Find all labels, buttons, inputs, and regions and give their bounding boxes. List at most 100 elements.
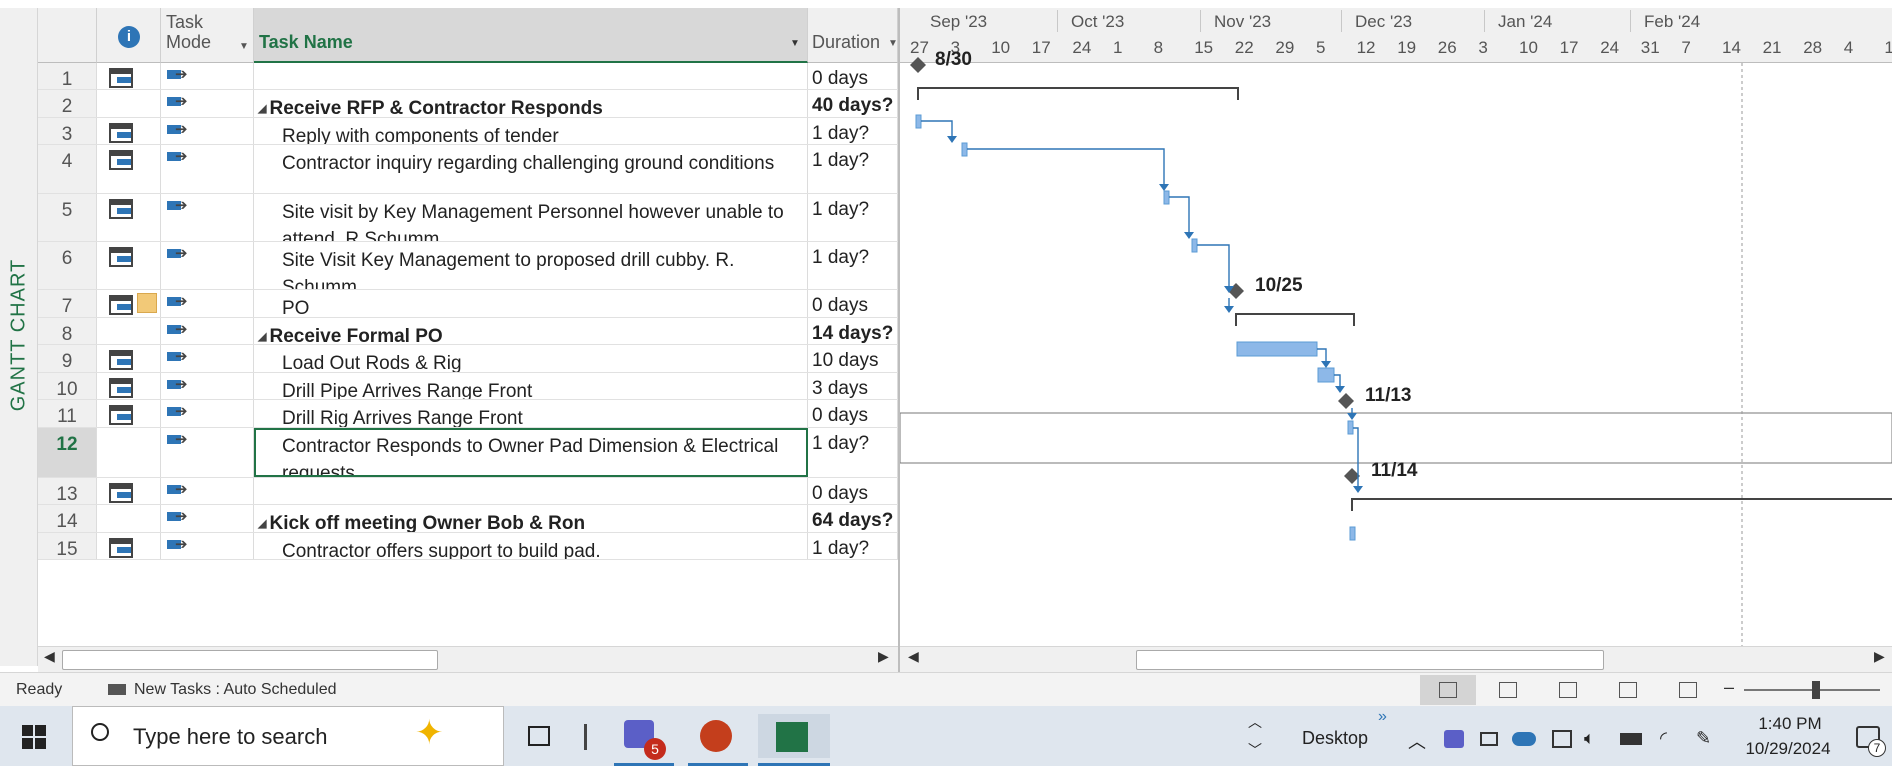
duration-cell[interactable]: 0 days [808, 290, 898, 317]
row-number[interactable]: 2 [38, 90, 97, 117]
auto-schedule-icon[interactable] [108, 684, 126, 695]
milestone-label[interactable]: 8/30 [935, 49, 972, 70]
table-row[interactable]: 4 Contractor inquiry regarding challengin… [38, 145, 898, 194]
collapse-triangle-icon[interactable]: ◢ [258, 518, 266, 530]
project-app[interactable] [758, 714, 830, 766]
gantt-scrollbar[interactable]: ◀ ▶ [900, 646, 1892, 672]
table-row[interactable]: 6 Site Visit Key Management to proposed d… [38, 242, 898, 290]
taskbar-search[interactable]: Type here to search ✦ [72, 706, 504, 766]
task-bar[interactable] [1349, 526, 1356, 541]
new-tasks-mode[interactable]: New Tasks : Auto Scheduled [134, 681, 337, 699]
scroll-right-icon[interactable]: ▶ [1874, 648, 1885, 665]
task-mode-header[interactable]: Task Mode ▼ [161, 8, 254, 63]
desktop-toolbar-label[interactable]: Desktop [1302, 728, 1368, 749]
selected-row-outline[interactable] [900, 412, 1892, 464]
duration-cell[interactable]: 3 days [808, 373, 898, 399]
table-row[interactable]: 7 PO 0 days [38, 290, 898, 318]
report-view-button[interactable] [1660, 675, 1716, 705]
row-number[interactable]: 13 [38, 478, 97, 504]
splitter[interactable] [898, 8, 900, 672]
duration-cell[interactable]: 1 day? [808, 428, 898, 477]
task-bar[interactable] [1191, 238, 1198, 253]
duration-header[interactable]: Duration ▼ [808, 8, 898, 63]
battery-icon[interactable] [1620, 733, 1642, 745]
duration-cell[interactable]: 1 day? [808, 242, 898, 289]
chevron-down-icon[interactable]: ﹀ [1248, 740, 1262, 760]
milestone[interactable] [910, 57, 926, 73]
row-number[interactable]: 6 [38, 242, 97, 289]
dependency-link[interactable] [1197, 244, 1230, 286]
milestone-label[interactable]: 11/13 [1365, 385, 1412, 406]
task-mode-cell[interactable] [161, 118, 254, 144]
task-bar[interactable] [1317, 367, 1335, 383]
row-number[interactable]: 5 [38, 194, 97, 241]
summary-bar[interactable] [1235, 313, 1355, 326]
duration-cell[interactable]: 10 days [808, 345, 898, 372]
dependency-link[interactable] [1169, 196, 1190, 232]
camera-icon[interactable] [1480, 732, 1498, 746]
zoom-out-button[interactable]: – [1724, 677, 1734, 698]
task-name-cell[interactable]: Drill Rig Arrives Range Front [254, 400, 808, 427]
chevron-down-icon[interactable]: ▼ [888, 38, 898, 49]
link-arrow[interactable] [1224, 306, 1234, 313]
row-number[interactable]: 8 [38, 318, 97, 344]
table-row[interactable]: 12 Contractor Responds to Owner Pad Dimen… [38, 428, 898, 478]
link-arrow[interactable] [1159, 184, 1169, 191]
task-name-cell[interactable]: ◢ Receive Formal PO [254, 318, 808, 344]
row-number[interactable]: 15 [38, 533, 97, 559]
task-bar[interactable] [1347, 420, 1354, 435]
windows-start-icon[interactable] [22, 725, 46, 749]
dependency-link[interactable] [921, 120, 953, 136]
scroll-right-icon[interactable]: ▶ [878, 648, 889, 665]
task-mode-cell[interactable] [161, 428, 254, 477]
task-name-cell[interactable]: Drill Pipe Arrives Range Front [254, 373, 808, 399]
resource-sheet-view-button[interactable] [1600, 675, 1656, 705]
table-row[interactable]: 8◢Receive Formal PO14 days? [38, 318, 898, 345]
task-bar[interactable] [915, 114, 922, 129]
table-row[interactable]: 1 0 days [38, 63, 898, 90]
task-name-cell[interactable]: Contractor offers support to build pad. [254, 533, 808, 559]
task-bar[interactable] [1163, 190, 1170, 205]
table-row[interactable]: 13 0 days [38, 478, 898, 505]
task-bar[interactable] [961, 142, 968, 157]
team-planner-view-button[interactable] [1540, 675, 1596, 705]
duration-cell[interactable]: 1 day? [808, 145, 898, 193]
duration-cell[interactable]: 1 day? [808, 533, 898, 559]
task-mode-cell[interactable] [161, 145, 254, 193]
link-arrow[interactable] [1353, 486, 1363, 493]
duration-cell[interactable]: 0 days [808, 478, 898, 504]
collapse-triangle-icon[interactable]: ◢ [258, 103, 266, 115]
task-mode-cell[interactable] [161, 345, 254, 372]
zoom-slider-thumb[interactable] [1812, 681, 1820, 699]
table-row[interactable]: 5 Site visit by Key Management Personnel … [38, 194, 898, 242]
task-name-cell[interactable]: Contractor Responds to Owner Pad Dimensi… [254, 428, 808, 477]
table-row[interactable]: 2◢Receive RFP & Contractor Responds40 da… [38, 90, 898, 118]
volume-icon[interactable]: 🔈︎ [1584, 728, 1595, 749]
task-name-cell[interactable]: ◢ Receive RFP & Contractor Responds [254, 90, 808, 117]
wifi-icon[interactable]: ◜ [1660, 728, 1667, 749]
hidden-icons-icon[interactable]: ︿ [1408, 728, 1426, 754]
row-number[interactable]: 9 [38, 345, 97, 372]
dependency-link[interactable] [967, 148, 1165, 184]
chevron-down-icon[interactable]: ▼ [790, 38, 800, 49]
teams-tray-icon[interactable] [1444, 730, 1464, 748]
table-row[interactable]: 3 Reply with components of tender 1 day? [38, 118, 898, 145]
task-name-cell[interactable]: ◢ Kick off meeting Owner Bob & Ron [254, 505, 808, 532]
task-view-icon[interactable] [528, 726, 550, 746]
gantt-scroll-thumb[interactable] [1136, 650, 1604, 670]
duration-cell[interactable]: 0 days [808, 400, 898, 427]
duration-cell[interactable]: 0 days [808, 63, 898, 89]
table-scrollbar[interactable]: ◀ ▶ [38, 646, 898, 672]
scroll-left-icon[interactable]: ◀ [44, 648, 55, 665]
row-number[interactable]: 1 [38, 63, 97, 89]
task-bar[interactable] [1236, 341, 1318, 357]
task-name-cell[interactable]: Reply with components of tender [254, 118, 808, 144]
task-name-cell[interactable] [254, 63, 808, 89]
table-row[interactable]: 11 Drill Rig Arrives Range Front 0 days [38, 400, 898, 428]
collapse-triangle-icon[interactable]: ◢ [258, 331, 266, 343]
clock-time[interactable]: 1:40 PM [1746, 714, 1834, 734]
meet-now-icon[interactable] [1552, 730, 1572, 748]
link-arrow[interactable] [947, 136, 957, 143]
row-number[interactable]: 12 [38, 428, 97, 477]
summary-bar[interactable] [917, 87, 1239, 100]
